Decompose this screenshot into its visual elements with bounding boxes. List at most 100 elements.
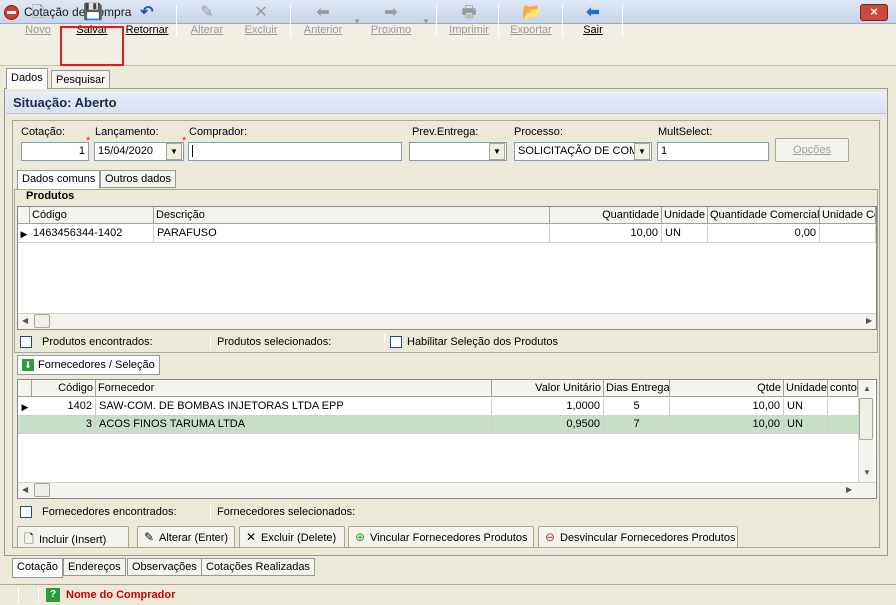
tab-fornecedores-selecao[interactable]: ⬇ Fornecedores / Seleção [17,355,160,375]
status-separator [210,504,211,520]
print-button[interactable]: 🖶 Imprimir [446,2,492,40]
exit-button[interactable]: ⬅ Sair [572,2,614,40]
col-qtde[interactable]: Qtde [670,380,784,397]
desvincular-fornecedores-button[interactable]: ⊖ Desvincular Fornecedores Produtos [538,526,738,548]
toolbar-separator [176,5,177,37]
tab-observacoes[interactable]: Observações [127,558,202,576]
scroll-left-icon[interactable]: ◀ [22,485,28,494]
cell-fornecedor[interactable]: SAW-COM. DE BOMBAS INJETORAS LTDA EPP [96,398,492,416]
cell-descricao[interactable]: PARAFUSO [154,225,550,243]
tab-dados[interactable]: Dados [6,68,48,89]
cell-dias-entrega[interactable]: 7 [604,416,670,434]
produtos-encontrados-label: Produtos encontrados: [42,336,153,348]
cell-quantidade[interactable]: 10,00 [550,225,662,243]
close-window-button[interactable]: × [860,4,888,21]
habilitar-selecao-checkbox[interactable] [390,336,402,348]
export-button[interactable]: 📂 Exportar [506,2,556,40]
toolbar-separator [562,5,563,37]
col-unidade-fornecedor[interactable]: Unidade [784,380,828,397]
col-dias-entrega[interactable]: Dias Entrega [604,380,670,397]
processo-select[interactable]: SOLICITAÇÃO DE COM [514,142,652,161]
cell-unidade-fornecedor[interactable]: UN [784,398,828,416]
cell-codigo[interactable]: 1463456344-1402 [30,225,154,243]
situacao-bar [6,92,886,114]
export-folder-icon: 📂 [522,4,542,21]
processo-dropdown[interactable]: ▼ [634,143,650,160]
tab-dados-comuns[interactable]: Dados comuns [17,170,101,190]
fornecedores-select-all-checkbox[interactable] [20,506,32,518]
toolbar-separator [622,5,623,37]
date-picker-dropdown[interactable]: ▼ [166,143,182,160]
vincular-fornecedores-button[interactable]: ⊕ Vincular Fornecedores Produtos [348,526,534,548]
multselect-label: MultSelect: [658,126,713,138]
new-document-icon: 🗋 [31,4,45,21]
tab-outros-dados[interactable]: Outros dados [100,170,177,188]
cell-codigo-fornecedor[interactable]: 3 [32,416,96,434]
prev-entrega-label: Prev.Entrega: [412,126,479,138]
excluir-delete-button[interactable]: ✕ Excluir (Delete) [239,526,345,548]
alterar-enter-button[interactable]: ✎ Alterar (Enter) [137,526,235,548]
toolbar-separator [498,5,499,37]
delete-button[interactable]: ✕ Excluir [240,2,282,40]
habilitar-selecao-label: Habilitar Seleção dos Produtos [407,336,559,348]
edit-icon: ✎ [200,4,214,21]
processo-label: Processo: [514,126,563,138]
col-quantidade[interactable]: Quantidade [550,207,662,224]
cell-qtde[interactable]: 10,00 [670,398,784,416]
cell-fornecedor[interactable]: ACOS FINOS TARUMA LTDA [96,416,492,434]
produtos-select-all-checkbox[interactable] [20,336,32,348]
scroll-up-icon[interactable]: ▲ [863,384,871,393]
tab-cotacoes-realizadas[interactable]: Cotações Realizadas [201,558,315,576]
fornecedores-hscrollbar[interactable] [18,482,876,498]
col-codigo[interactable]: Código [30,207,154,224]
scroll-thumb[interactable] [859,398,873,440]
cell-codigo-fornecedor[interactable]: 1402 [32,398,96,416]
cell-valor-unitario[interactable]: 0,9500 [492,416,604,434]
cell-unidade[interactable]: UN [662,225,708,243]
tab-cotacao[interactable]: Cotação [12,558,63,578]
opcoes-button[interactable]: Opções [775,138,849,162]
previous-button[interactable]: ⬅ Anterior [300,2,346,40]
scroll-right-icon[interactable]: ▶ [866,316,872,325]
scroll-thumb[interactable] [34,314,50,328]
col-unidade[interactable]: Unidade [662,207,708,224]
exit-arrow-icon: ⬅ [586,4,600,21]
tab-pesquisar[interactable]: Pesquisar [51,70,110,89]
col-valor-unitario[interactable]: Valor Unitário [492,380,604,397]
save-disk-icon: 💾 [83,4,103,21]
scroll-thumb[interactable] [34,483,50,497]
col-unidade-comercial[interactable]: Unidade Co [820,207,876,224]
col-fornecedor[interactable]: Fornecedor [96,380,492,397]
scroll-left-icon[interactable]: ◀ [22,316,28,325]
prev-entrega-dropdown[interactable]: ▼ [489,143,505,160]
col-quantidade-comercial[interactable]: Quantidade Comercial [708,207,820,224]
cotacao-input[interactable]: 1 [21,142,89,161]
cell-dias-entrega[interactable]: 5 [604,398,670,416]
tab-enderecos[interactable]: Endereços [63,558,126,576]
col-descricao[interactable]: Descrição [154,207,550,224]
col-codigo-fornecedor[interactable]: Código [32,380,96,397]
cell-valor-unitario[interactable]: 1,0000 [492,398,604,416]
cell-qtde[interactable]: 10,00 [670,416,784,434]
return-button[interactable]: ↶ Retornar [124,2,170,40]
incluir-button[interactable]: 🗋 Incluir (Insert) [17,526,129,548]
scroll-right-icon[interactable]: ▶ [846,485,852,494]
link-add-icon: ⊕ [354,530,366,544]
toolbar-separator [436,5,437,37]
produtos-hscrollbar[interactable] [18,313,876,329]
undo-icon: ↶ [140,4,154,21]
scroll-down-icon[interactable]: ▼ [863,468,871,477]
edit-button[interactable]: ✎ Alterar [186,2,228,40]
col-desconto[interactable]: conto [828,380,858,397]
new-button[interactable]: 🗋 Novo [18,2,58,40]
next-button[interactable]: ➡ Proximo [368,2,414,40]
status-separator [210,334,211,350]
cell-unidade-comercial[interactable] [820,225,876,243]
next-dropdown-icon[interactable]: ▼ [422,17,430,26]
cell-quantidade-comercial[interactable]: 0,00 [708,225,820,243]
comprador-input[interactable] [188,142,402,161]
previous-dropdown-icon[interactable]: ▼ [353,17,361,26]
multselect-input[interactable]: 1 [657,142,769,161]
cell-unidade-fornecedor[interactable]: UN [784,416,828,434]
link-remove-icon: ⊖ [544,530,556,544]
